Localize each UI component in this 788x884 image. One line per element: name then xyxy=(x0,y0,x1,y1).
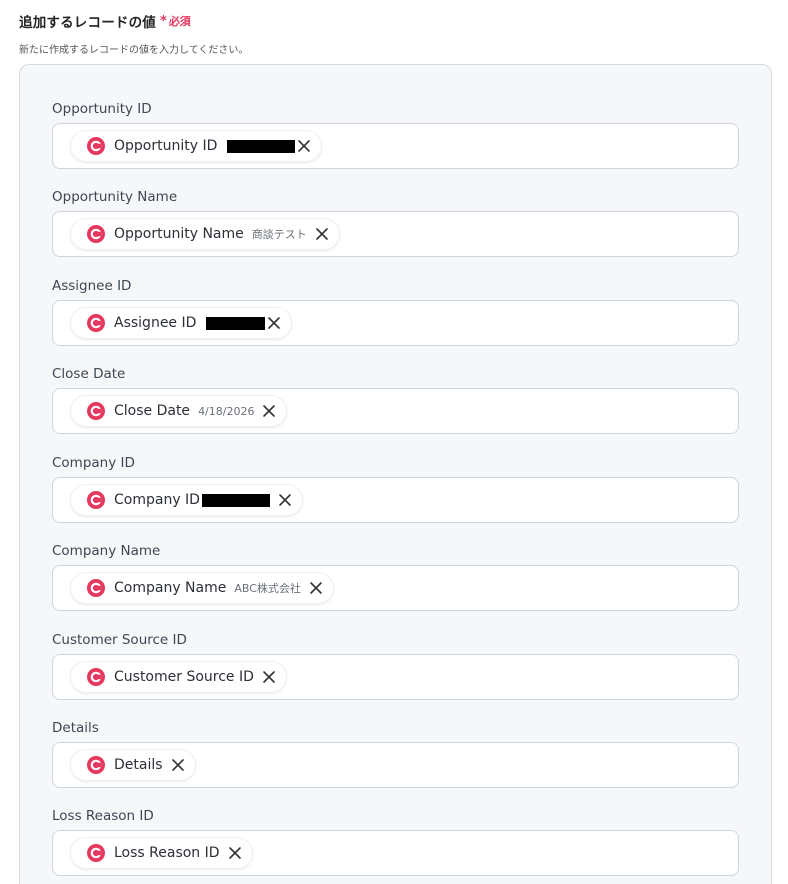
chip-label: Company ID xyxy=(114,492,200,508)
chip-label: Loss Reason ID xyxy=(114,845,220,861)
field-company-id: Company ID Company ID xyxy=(52,454,740,523)
redacted-value xyxy=(201,493,270,507)
close-icon[interactable] xyxy=(309,581,323,595)
variable-chip[interactable]: Company ID xyxy=(71,485,302,515)
field-label: Close Date xyxy=(52,366,126,382)
section-header: 追加するレコードの値 * 必須 新たに作成するレコードの値を入力してください。 xyxy=(19,10,249,57)
field-close-date: Close Date Close Date 4/18/2026 xyxy=(52,365,740,434)
close-icon[interactable] xyxy=(228,846,242,860)
loss-reason-id-input[interactable]: Loss Reason ID xyxy=(52,830,739,876)
chip-label: Close Date xyxy=(114,403,191,419)
field-opportunity-name: Opportunity Name Opportunity Name 商談テスト xyxy=(52,188,740,257)
details-input[interactable]: Details xyxy=(52,742,739,788)
field-company-name: Company Name Company Name ABC株式会社 xyxy=(52,542,740,611)
variable-chip[interactable]: Opportunity ID xyxy=(71,131,322,161)
variable-chip[interactable]: Close Date 4/18/2026 xyxy=(71,396,287,426)
variable-chip[interactable]: Company Name ABC株式会社 xyxy=(71,573,333,603)
variable-chip[interactable]: Customer Source ID xyxy=(71,662,286,692)
close-date-input[interactable]: Close Date 4/18/2026 xyxy=(52,388,739,434)
copper-app-icon xyxy=(87,402,105,420)
chip-value: ABC株式会社 xyxy=(234,582,301,595)
redacted-value xyxy=(206,316,266,330)
copper-app-icon xyxy=(87,137,105,155)
copper-app-icon xyxy=(87,844,105,862)
copper-app-icon xyxy=(87,225,105,243)
copper-app-icon xyxy=(87,668,105,686)
required-label: 必須 xyxy=(168,15,191,28)
close-icon[interactable] xyxy=(278,493,292,507)
chip-label: Opportunity ID xyxy=(114,138,218,154)
field-label: Opportunity ID xyxy=(52,101,152,117)
redacted-value xyxy=(227,139,296,153)
chip-label: Customer Source ID xyxy=(114,669,254,685)
field-loss-reason-id: Loss Reason ID Loss Reason ID xyxy=(52,807,740,876)
chip-value: 商談テスト xyxy=(251,228,307,241)
field-customer-source-id: Customer Source ID Customer Source ID xyxy=(52,631,740,700)
field-label: Company Name xyxy=(52,543,161,559)
field-opportunity-id: Opportunity ID Opportunity ID xyxy=(52,100,740,169)
customer-source-id-input[interactable]: Customer Source ID xyxy=(52,654,739,700)
company-name-input[interactable]: Company Name ABC株式会社 xyxy=(52,565,739,611)
chip-label: Assignee ID xyxy=(114,315,197,331)
chip-value: 4/18/2026 xyxy=(198,404,255,418)
close-icon[interactable] xyxy=(262,404,276,418)
close-icon[interactable] xyxy=(171,758,185,772)
title-row: 追加するレコードの値 * 必須 xyxy=(19,10,248,32)
field-label: Opportunity Name xyxy=(52,189,178,205)
copper-app-icon xyxy=(87,491,105,509)
assignee-id-input[interactable]: Assignee ID xyxy=(52,300,739,346)
variable-chip[interactable]: Assignee ID xyxy=(71,308,292,338)
close-icon[interactable] xyxy=(315,227,329,241)
record-values-panel: Opportunity ID Opportunity ID Opportunit… xyxy=(19,64,772,884)
company-id-input[interactable]: Company ID xyxy=(52,477,739,523)
variable-chip[interactable]: Loss Reason ID xyxy=(71,838,252,868)
copper-app-icon xyxy=(87,579,105,597)
close-icon[interactable] xyxy=(267,316,281,330)
field-details: Details Details xyxy=(52,719,740,788)
field-label: Details xyxy=(52,720,99,736)
copper-app-icon xyxy=(87,756,105,774)
copper-app-icon xyxy=(87,314,105,332)
chip-label: Company Name xyxy=(114,580,227,596)
field-label: Company ID xyxy=(52,455,135,471)
variable-chip[interactable]: Details xyxy=(71,750,195,780)
field-label: Assignee ID xyxy=(52,278,132,294)
section-title: 追加するレコードの値 xyxy=(19,15,156,31)
field-label: Loss Reason ID xyxy=(52,808,154,824)
opportunity-name-input[interactable]: Opportunity Name 商談テスト xyxy=(52,211,739,257)
close-icon[interactable] xyxy=(262,670,276,684)
chip-label: Opportunity Name xyxy=(114,226,244,242)
field-assignee-id: Assignee ID Assignee ID xyxy=(52,277,740,346)
section-description: 新たに作成するレコードの値を入力してください。 xyxy=(19,45,249,56)
required-asterisk: * xyxy=(160,13,167,29)
chip-label: Details xyxy=(114,757,163,773)
close-icon[interactable] xyxy=(297,139,311,153)
field-label: Customer Source ID xyxy=(52,632,187,648)
variable-chip[interactable]: Opportunity Name 商談テスト xyxy=(71,219,339,249)
opportunity-id-input[interactable]: Opportunity ID xyxy=(52,123,739,169)
